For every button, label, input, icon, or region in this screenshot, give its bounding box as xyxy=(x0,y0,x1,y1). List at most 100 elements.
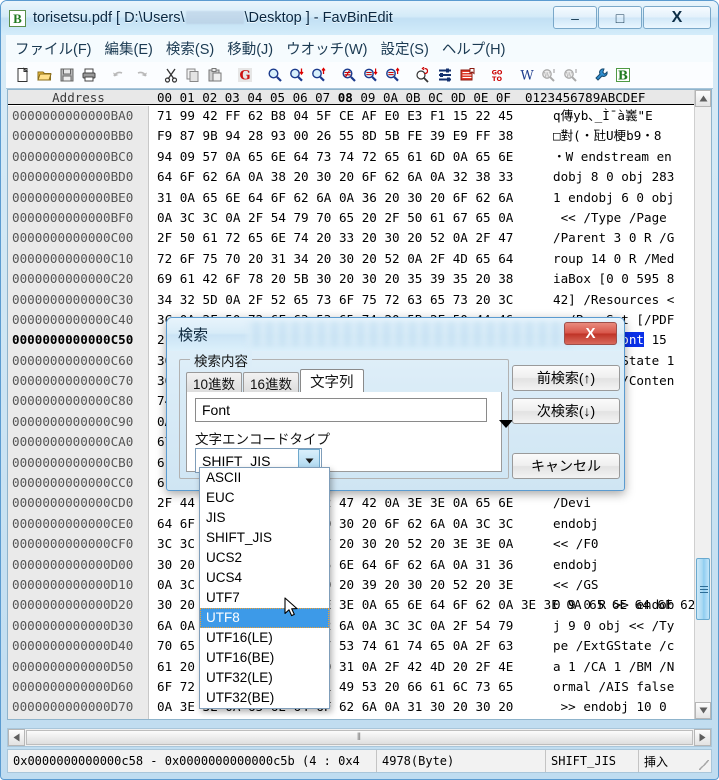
hex-row[interactable]: 0000000000000D30 6A 0A 39 20 30 20 6F 62 … xyxy=(8,615,694,637)
print-icon[interactable] xyxy=(78,64,100,86)
hex-row[interactable]: 0000000000000CF0 3C 3C 20 2F 46 30 20 37 … xyxy=(8,534,694,555)
watch-w-icon[interactable]: W xyxy=(516,64,538,86)
encoding-option[interactable]: UTF8 xyxy=(200,608,329,628)
row-ascii[interactable]: j 9 0 obj << /Ty xyxy=(549,616,694,636)
search-diff-next-icon[interactable] xyxy=(360,64,382,86)
search-diff-prev-icon[interactable] xyxy=(382,64,404,86)
encoding-option[interactable]: UCS2 xyxy=(200,548,329,568)
hex-row[interactable]: 0000000000000D00 30 20 52 20 3E 3E 0A 65 … xyxy=(8,554,694,575)
hex-row[interactable]: 0000000000000BD0 64 6F 62 6A 0A 38 20 30 … xyxy=(8,167,694,188)
encoding-option[interactable]: EUC xyxy=(200,488,329,508)
row-ascii[interactable]: << /F0 xyxy=(549,534,694,554)
hex-row[interactable]: 0000000000000D10 0A 3C 3C 20 2F 47 53 30 … xyxy=(8,574,694,596)
hex-row[interactable]: 0000000000000BF0 0A 3C 3C 0A 2F 54 79 70 … xyxy=(8,207,694,229)
hex-row[interactable]: 0000000000000BA0 71 99 42 FF 62 B8 04 5F … xyxy=(8,106,694,127)
hex-row[interactable]: 0000000000000CD0 2F 44 65 76 69 63 65 52 … xyxy=(8,493,694,514)
row-hex-bytes[interactable]: F9 87 9B 94 28 93 00 26 55 8D 5B FE 39 E… xyxy=(149,126,549,146)
row-ascii[interactable]: obj << /Type /Fo xyxy=(549,718,694,719)
hex-row[interactable]: 0000000000000BC0 94 09 57 0A 65 6E 64 73 … xyxy=(8,146,694,168)
menu-edit[interactable]: 編集(E) xyxy=(105,38,153,59)
scroll-down-button[interactable] xyxy=(695,702,711,719)
hex-row[interactable]: 0000000000000D70 0A 3E 3E 0A 65 6E 64 6F … xyxy=(8,697,694,718)
row-ascii[interactable]: q傳yb､_Ì¯à㠖"E xyxy=(549,106,694,126)
menu-file[interactable]: ファイル(F) xyxy=(15,38,92,59)
tab-decimal[interactable]: 10進数 xyxy=(186,372,243,393)
tab-string[interactable]: 文字列 xyxy=(300,369,364,393)
menu-settings[interactable]: 設定(S) xyxy=(380,38,428,59)
goto-g-icon[interactable]: G xyxy=(234,64,256,86)
row-ascii[interactable]: 0 9 0 R >> endob xyxy=(549,595,694,615)
row-hex-bytes[interactable]: 0A 3C 3C 0A 2F 54 79 70 65 20 2F 50 61 6… xyxy=(149,208,549,228)
search-icon[interactable] xyxy=(264,64,286,86)
encoding-dropdown-list[interactable]: ASCII EUC JIS SHIFT_JIS UCS2 UCS4 UTF7 UTF8 UTF1… xyxy=(199,467,330,709)
vertical-scrollbar[interactable] xyxy=(694,90,711,719)
hex-row[interactable]: 0000000000000C30 34 32 5D 0A 2F 52 65 73 … xyxy=(8,289,694,310)
row-ascii[interactable]: pe /ExtGState /c xyxy=(549,636,694,656)
search-history-dropdown-icon[interactable] xyxy=(499,420,513,428)
new-file-icon[interactable] xyxy=(12,64,34,86)
row-ascii[interactable]: /Devi xyxy=(549,493,694,513)
encoding-option[interactable]: UTF7 xyxy=(200,588,329,608)
row-ascii[interactable]: << /GS xyxy=(549,575,694,595)
row-ascii[interactable]: dobj 8 0 obj 283 xyxy=(549,167,694,187)
hex-row[interactable]: 0000000000000D40 70 65 20 2F 45 78 74 47 … xyxy=(8,636,694,657)
row-ascii[interactable]: iaBox [0 0 595 8 xyxy=(549,269,694,289)
row-ascii[interactable]: ・W endstream en xyxy=(549,147,694,167)
hex-row[interactable]: 0000000000000C10 72 6F 75 70 20 31 34 20 … xyxy=(8,248,694,270)
row-ascii[interactable]: >> endobj 10 0 xyxy=(549,697,694,717)
minimize-button[interactable]: – xyxy=(553,6,597,29)
cut-scissors-icon[interactable] xyxy=(160,64,182,86)
row-hex-bytes[interactable]: 71 99 42 FF 62 B8 04 5F CE AF E0 E3 F1 1… xyxy=(149,106,549,126)
row-ascii[interactable]: ormal /AIS false xyxy=(549,677,694,697)
row-ascii[interactable]: □對(・瓧U梗b9・8 xyxy=(549,126,694,146)
row-hex-bytes[interactable]: 69 61 42 6F 78 20 5B 30 20 30 20 35 39 3… xyxy=(149,269,549,289)
hex-row[interactable]: 0000000000000C20 69 61 42 6F 78 20 5B 30 … xyxy=(8,269,694,290)
bookmark-icon[interactable] xyxy=(456,64,478,86)
hex-row[interactable]: 0000000000000BE0 31 0A 65 6E 64 6F 62 6A … xyxy=(8,187,694,208)
encoding-option[interactable]: UCS4 xyxy=(200,568,329,588)
menu-watch[interactable]: ウオッチ(W) xyxy=(286,38,367,59)
scroll-right-button[interactable] xyxy=(694,729,711,746)
search-replace-icon[interactable] xyxy=(412,64,434,86)
hex-row[interactable]: 0000000000000D50 61 20 31 20 2F 43 41 20 … xyxy=(8,656,694,677)
menu-help[interactable]: ヘルプ(H) xyxy=(442,38,506,59)
hex-row[interactable]: 0000000000000D806F 62 6A 0A 3C 3C 0A 2F … xyxy=(8,717,694,719)
encoding-option[interactable]: UTF16(BE) xyxy=(200,648,329,668)
cancel-button[interactable]: キャンセル xyxy=(512,453,620,479)
hex-row[interactable]: 0000000000000CE0 64 6F 62 6A 0A 31 35 20 … xyxy=(8,513,694,535)
tab-hex[interactable]: 16進数 xyxy=(243,372,300,393)
settings-wrench-icon[interactable] xyxy=(590,64,612,86)
favbinedit-b-icon[interactable]: B xyxy=(612,64,634,86)
row-ascii[interactable]: endobj xyxy=(549,555,694,575)
vertical-scroll-thumb[interactable] xyxy=(696,558,710,620)
scroll-up-button[interactable] xyxy=(695,90,711,107)
row-ascii[interactable]: 1 endobj 6 0 obj xyxy=(549,188,694,208)
row-ascii[interactable]: roup 14 0 R /Med xyxy=(549,249,694,269)
menu-search[interactable]: 検索(S) xyxy=(166,38,214,59)
search-previous-button[interactable]: 前検索(↑) xyxy=(512,365,620,391)
hex-row[interactable]: 0000000000000D60 6F 72 6D 61 6C 20 2F 41 … xyxy=(8,676,694,698)
row-ascii[interactable]: a 1 /CA 1 /BM /N xyxy=(549,657,694,677)
save-disk-icon[interactable] xyxy=(56,64,78,86)
search-dialog-titlebar[interactable]: 検索 X xyxy=(167,318,624,351)
search-term-combobox[interactable]: Font xyxy=(195,398,487,422)
row-hex-bytes[interactable]: 64 6F 62 6A 0A 38 20 30 20 6F 62 6A 0A 3… xyxy=(149,167,549,187)
hex-row[interactable]: 0000000000000C00 2F 50 61 72 65 6E 74 20 … xyxy=(8,228,694,249)
row-hex-bytes[interactable]: 34 32 5D 0A 2F 52 65 73 6F 75 72 63 65 7… xyxy=(149,290,549,310)
search-next-button[interactable]: 次検索(↓) xyxy=(512,398,620,424)
hex-row[interactable]: 0000000000000D20 30 20 52 20 3E 3E 0A 3E … xyxy=(8,595,694,616)
row-ascii[interactable]: << /Type /Page xyxy=(549,208,694,228)
horizontal-scroll-thumb[interactable]: ‖ xyxy=(26,730,693,745)
search-next-icon[interactable] xyxy=(286,64,308,86)
search-dialog-close-button[interactable]: X xyxy=(564,322,617,345)
row-hex-bytes[interactable]: 31 0A 65 6E 64 6F 62 6A 0A 36 20 30 20 6… xyxy=(149,188,549,208)
menu-jump[interactable]: 移動(J) xyxy=(227,38,273,59)
encoding-option[interactable]: UTF32(LE) xyxy=(200,668,329,688)
encoding-option[interactable]: UTF16(LE) xyxy=(200,628,329,648)
encoding-option[interactable]: ASCII xyxy=(200,468,329,488)
encoding-option[interactable]: SHIFT_JIS xyxy=(200,528,329,548)
search-prev-icon[interactable] xyxy=(308,64,330,86)
resize-grip[interactable] xyxy=(699,760,709,770)
row-ascii[interactable]: /Parent 3 0 R /G xyxy=(549,228,694,248)
maximize-button[interactable]: □ xyxy=(598,6,642,29)
